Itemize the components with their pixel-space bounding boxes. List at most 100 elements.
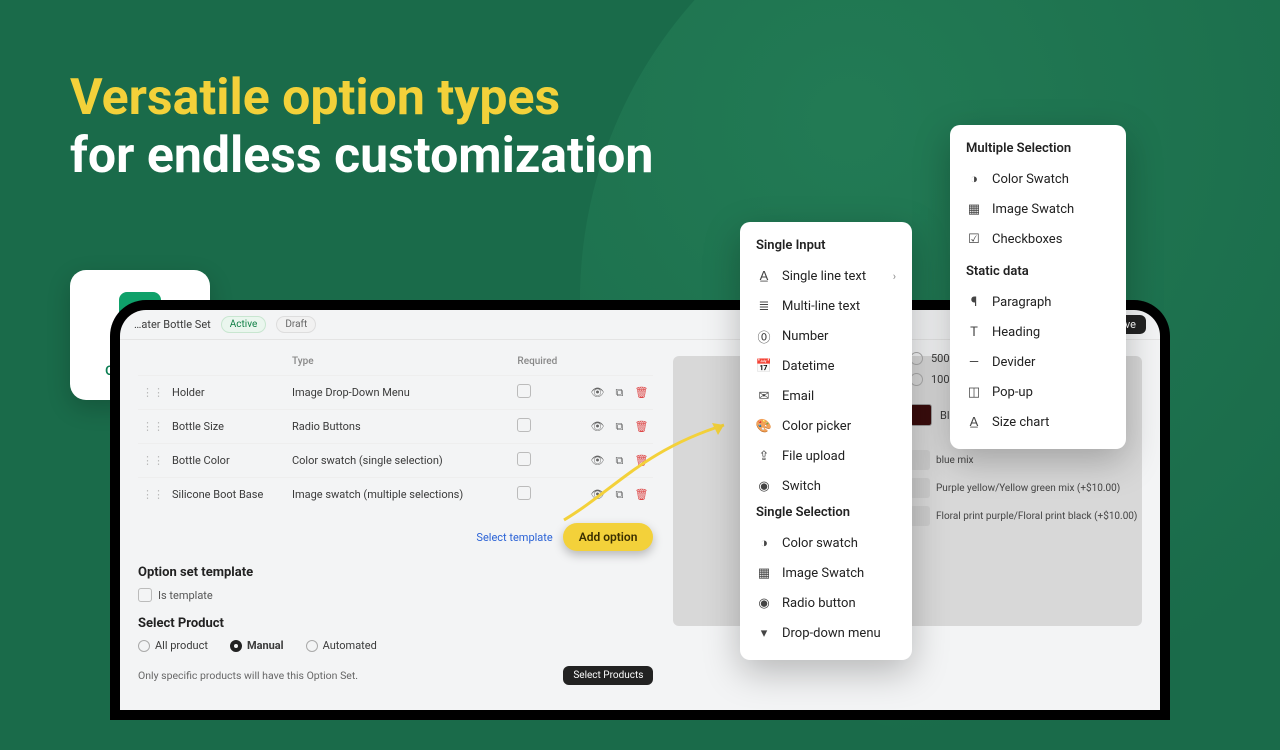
is-template-checkbox[interactable]: Is template xyxy=(138,588,653,602)
menu-item-paragraph[interactable]: ¶Paragraph xyxy=(950,287,1126,317)
status-active[interactable]: Active xyxy=(221,316,267,333)
headline: Versatile option types for endless custo… xyxy=(70,70,653,185)
select-product-heading: Select Product xyxy=(138,616,653,631)
menu-item-image-swatch[interactable]: ▦Image Swatch xyxy=(740,558,912,588)
option-type-icon: ◑ xyxy=(966,171,982,187)
option-type-icon: ◉ xyxy=(756,595,772,611)
menu-item-size-chart[interactable]: A̲Size chart xyxy=(950,407,1126,437)
view-icon[interactable]: 👁 xyxy=(589,385,605,401)
drag-handle-icon[interactable]: ⋮⋮ xyxy=(142,454,164,467)
status-draft[interactable]: Draft xyxy=(276,316,316,333)
options-table: Type Required ⋮⋮ HolderImage Drop-Down Me… xyxy=(138,352,653,511)
table-row: ⋮⋮Bottle ColorColor swatch (single selec… xyxy=(138,444,653,478)
menu-item-color-picker[interactable]: 🎨Color picker xyxy=(740,411,912,441)
product-note: Only specific products will have this Op… xyxy=(138,669,358,682)
duplicate-icon[interactable]: ⧉ xyxy=(611,419,627,435)
delete-icon[interactable]: 🗑 xyxy=(633,453,649,469)
option-type-icon: ☑ xyxy=(966,231,982,247)
option-type-menu-left[interactable]: Single Input A̲Single line text›≣Multi-l… xyxy=(740,222,912,660)
option-type-icon: ≣ xyxy=(756,298,772,314)
option-type: Image swatch (multiple selections) xyxy=(288,478,513,512)
option-type-icon: A̲ xyxy=(966,414,982,430)
drag-handle-icon[interactable]: ⋮⋮ xyxy=(142,420,164,433)
group-static-data: Static data xyxy=(950,260,1126,287)
required-checkbox[interactable] xyxy=(517,384,531,398)
menu-item-file-upload[interactable]: ⇪File upload xyxy=(740,441,912,471)
menu-item-switch[interactable]: ◉Switch xyxy=(740,471,912,501)
delete-icon[interactable]: 🗑 xyxy=(633,419,649,435)
menu-item-email[interactable]: ✉Email xyxy=(740,381,912,411)
menu-item-datetime[interactable]: 📅Datetime xyxy=(740,351,912,381)
menu-item-heading[interactable]: THeading xyxy=(950,317,1126,347)
drag-handle-icon[interactable]: ⋮⋮ xyxy=(142,488,164,501)
col-type: Type xyxy=(288,352,513,376)
group-multiple-selection: Multiple Selection xyxy=(950,137,1126,164)
headline-line2: for endless customization xyxy=(70,127,653,185)
add-option-button[interactable]: Add option xyxy=(563,523,654,551)
view-icon[interactable]: 👁 xyxy=(589,487,605,503)
option-name: Bottle Color xyxy=(168,444,288,478)
menu-item-color-swatch[interactable]: ◑Color Swatch xyxy=(950,164,1126,194)
menu-item-devider[interactable]: —Devider xyxy=(950,347,1126,377)
select-products-button[interactable]: Select Products xyxy=(563,666,653,685)
menu-item-drop-down-menu[interactable]: ▾Drop-down menu xyxy=(740,618,912,648)
view-icon[interactable]: 👁 xyxy=(589,453,605,469)
variant-row[interactable]: Purple yellow/Yellow green mix (+$10.00) xyxy=(910,474,1140,502)
menu-item-color-swatch[interactable]: ◑Color swatch xyxy=(740,528,912,558)
duplicate-icon[interactable]: ⧉ xyxy=(611,487,627,503)
option-name: Holder xyxy=(168,376,288,410)
option-name: Silicone Boot Base xyxy=(168,478,288,512)
menu-item-number[interactable]: ⓪Number xyxy=(740,321,912,351)
option-type-icon: ▦ xyxy=(966,201,982,217)
variant-thumb-icon xyxy=(910,450,930,470)
menu-item-checkboxes[interactable]: ☑Checkboxes xyxy=(950,224,1126,254)
menu-item-single-line-text[interactable]: A̲Single line text› xyxy=(740,261,912,291)
group-single-input: Single Input xyxy=(740,234,912,261)
option-type: Radio Buttons xyxy=(288,410,513,444)
option-type-icon: A̲ xyxy=(756,268,772,284)
option-type-icon: ◫ xyxy=(966,384,982,400)
drag-handle-icon[interactable]: ⋮⋮ xyxy=(142,386,164,399)
menu-item-image-swatch[interactable]: ▦Image Swatch xyxy=(950,194,1126,224)
select-template-link[interactable]: Select template xyxy=(476,531,552,544)
product-automated[interactable]: Automated xyxy=(306,639,377,652)
option-type-icon: ◑ xyxy=(756,535,772,551)
menu-item-radio-button[interactable]: ◉Radio button xyxy=(740,588,912,618)
option-type-icon: T xyxy=(966,324,982,340)
option-type-icon: 📅 xyxy=(756,358,772,374)
option-type-icon: ▦ xyxy=(756,565,772,581)
option-type-icon: ⓪ xyxy=(756,328,772,344)
duplicate-icon[interactable]: ⧉ xyxy=(611,453,627,469)
headline-line1: Versatile option types xyxy=(70,69,560,127)
option-type-icon: ¶ xyxy=(966,294,982,310)
delete-icon[interactable]: 🗑 xyxy=(633,385,649,401)
product-all[interactable]: All product xyxy=(138,639,208,652)
view-icon[interactable]: 👁 xyxy=(589,419,605,435)
table-row: ⋮⋮Bottle SizeRadio Buttons👁⧉🗑 xyxy=(138,410,653,444)
breadcrumb: …ater Bottle Set xyxy=(134,318,211,331)
option-type-icon: 🎨 xyxy=(756,418,772,434)
duplicate-icon[interactable]: ⧉ xyxy=(611,385,627,401)
menu-item-pop-up[interactable]: ◫Pop-up xyxy=(950,377,1126,407)
template-heading: Option set template xyxy=(138,565,653,580)
required-checkbox[interactable] xyxy=(517,486,531,500)
chevron-right-icon: › xyxy=(893,270,896,283)
delete-icon[interactable]: 🗑 xyxy=(633,487,649,503)
variant-row[interactable]: blue mix xyxy=(910,446,1140,474)
menu-item-multi-line-text[interactable]: ≣Multi-line text xyxy=(740,291,912,321)
option-type-icon: ⇪ xyxy=(756,448,772,464)
variant-thumb-icon xyxy=(910,506,930,526)
variant-row[interactable]: Floral print purple/Floral print black (… xyxy=(910,502,1140,530)
product-manual[interactable]: Manual xyxy=(230,639,284,652)
color-swatch[interactable] xyxy=(910,404,932,426)
option-type-icon: ▾ xyxy=(756,625,772,641)
required-checkbox[interactable] xyxy=(517,452,531,466)
table-row: ⋮⋮ Silicone Boot BaseImage swatch (multip… xyxy=(138,478,653,512)
table-row: ⋮⋮ HolderImage Drop-Down Menu 👁 ⧉ 🗑 xyxy=(138,376,653,410)
required-checkbox[interactable] xyxy=(517,418,531,432)
option-type: Image Drop-Down Menu xyxy=(288,376,513,410)
option-type-icon: ✉ xyxy=(756,388,772,404)
option-type-menu-right[interactable]: Multiple Selection ◑Color Swatch▦Image S… xyxy=(950,125,1126,449)
col-required: Required xyxy=(513,352,573,376)
variant-thumb-icon xyxy=(910,478,930,498)
